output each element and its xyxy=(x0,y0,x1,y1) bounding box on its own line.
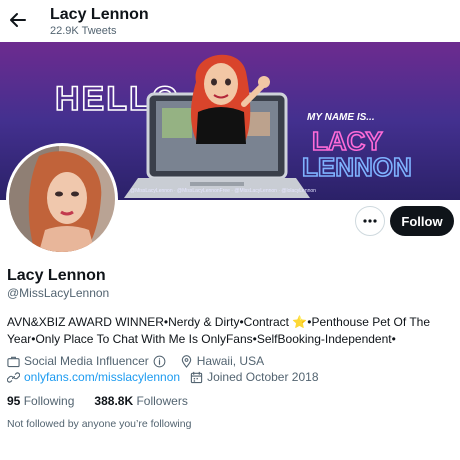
profile-bio: AVN&XBIZ AWARD WINNER•Nerdy & Dirty•Cont… xyxy=(7,314,453,348)
followers-label: Followers xyxy=(136,394,188,408)
top-bar: Lacy Lennon 22.9K Tweets xyxy=(0,0,460,42)
profile-website-link[interactable]: onlyfans.com/misslacylennon xyxy=(24,370,180,384)
not-followed-notice: Not followed by anyone you’re following xyxy=(7,418,192,430)
link-icon xyxy=(7,371,20,383)
profile-location: Hawaii, USA xyxy=(196,354,265,368)
bio-text-1: AVN&XBIZ AWARD WINNER•Nerdy & Dirty•Cont… xyxy=(7,315,293,329)
tweet-count: 22.9K Tweets xyxy=(50,25,117,37)
banner-handles-strip: @MissLacyLennon · @MissLacyLennonFree · … xyxy=(130,188,316,194)
page-title: Lacy Lennon xyxy=(50,6,149,23)
follow-button[interactable]: Follow xyxy=(390,206,454,236)
more-horizontal-icon xyxy=(363,219,377,223)
profile-name: Lacy Lennon xyxy=(7,267,106,284)
location-pin-icon xyxy=(181,354,191,368)
profile-meta-row-2: onlyfans.com/misslacylennon Joined Octob… xyxy=(7,370,319,384)
followers-link[interactable]: 388.8K Followers xyxy=(94,394,187,408)
follow-counts: 95 Following 388.8K Followers xyxy=(7,394,188,408)
avatar[interactable] xyxy=(6,143,118,255)
calendar-icon xyxy=(190,371,203,383)
banner-name-line2: LENNON xyxy=(302,152,412,182)
profile-category: Social Media Influencer xyxy=(24,354,149,368)
info-icon[interactable] xyxy=(153,355,166,368)
following-link[interactable]: 95 Following xyxy=(7,394,74,408)
star-emoji-icon: ⭐ xyxy=(292,315,308,329)
more-options-button[interactable] xyxy=(355,206,385,236)
briefcase-icon xyxy=(7,356,20,367)
profile-meta-row-1: Social Media Influencer Hawaii, USA xyxy=(7,354,264,368)
banner-my-name-is: MY NAME IS... xyxy=(307,112,375,123)
following-count: 95 xyxy=(7,394,21,408)
following-label: Following xyxy=(23,394,75,408)
profile-joined-date: Joined October 2018 xyxy=(207,370,319,384)
profile-handle: @MissLacyLennon xyxy=(7,286,110,300)
back-arrow-icon[interactable] xyxy=(8,10,28,30)
followers-count: 388.8K xyxy=(94,394,134,408)
